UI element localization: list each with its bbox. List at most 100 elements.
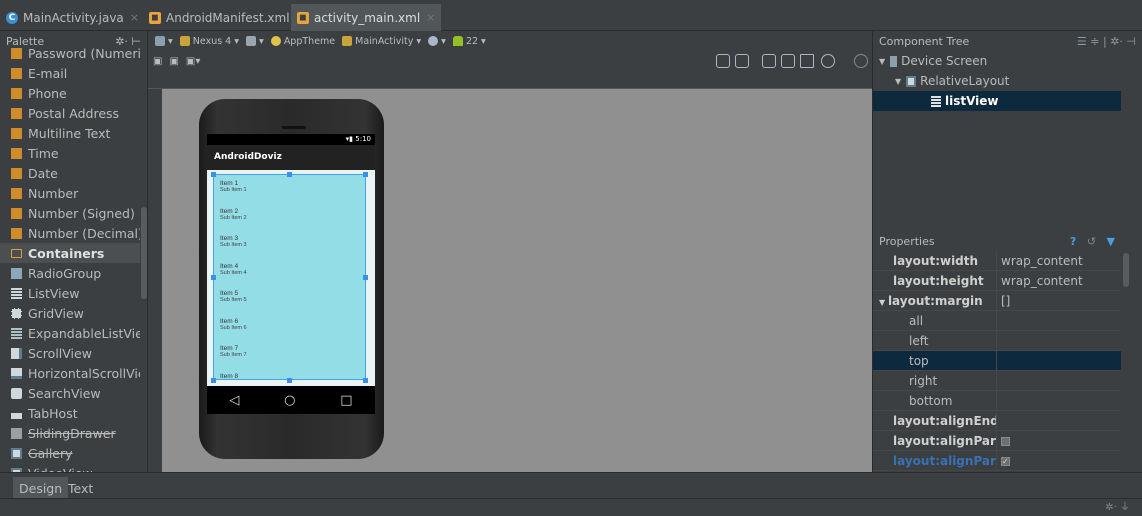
checkbox-checked[interactable]: ✓ xyxy=(1001,456,1010,466)
help-icon[interactable]: ? xyxy=(1070,235,1076,248)
checkbox-unchecked[interactable] xyxy=(1001,436,1010,446)
palette-item[interactable]: RadioGroup xyxy=(0,263,140,283)
activity-selector[interactable]: MainActivity ▾ xyxy=(342,36,421,47)
property-value[interactable]: [] xyxy=(997,294,1010,308)
palette-item[interactable]: HorizontalScrollView xyxy=(0,363,140,383)
selection-handle[interactable] xyxy=(211,378,216,383)
tab-label: Text xyxy=(68,480,94,496)
palette-item[interactable]: SlidingDrawer xyxy=(0,423,140,443)
palette-item[interactable]: Gallery xyxy=(0,443,140,463)
locale-selector[interactable]: ▾ xyxy=(428,36,446,47)
tree-node-listview[interactable]: listView xyxy=(873,91,1121,111)
property-row[interactable]: layout:height wrap_content xyxy=(873,270,1121,291)
selection-handle[interactable] xyxy=(287,378,292,383)
palette-item-label: Time xyxy=(28,145,59,161)
settings-icon[interactable] xyxy=(854,54,868,68)
palette-item[interactable]: Date xyxy=(0,163,140,183)
palette-item[interactable]: SearchView xyxy=(0,383,140,403)
palette-item[interactable]: ListView xyxy=(0,283,140,303)
tab-text[interactable]: Text xyxy=(62,477,99,499)
event-log-icon[interactable]: ✲· ⏚ xyxy=(1105,502,1130,513)
tab-mainactivity-java[interactable]: C MainActivity.java × xyxy=(0,4,145,31)
palette-item[interactable]: VideoView xyxy=(0,463,140,472)
palette-item[interactable]: Number (Signed) xyxy=(0,203,140,223)
property-row[interactable]: layout:alignParentStart ✓ xyxy=(873,450,1121,471)
properties-scrollbar[interactable] xyxy=(1123,253,1129,287)
palette-item[interactable]: TabHost xyxy=(0,403,140,423)
activity-label: MainActivity xyxy=(355,35,414,47)
refresh-icon[interactable] xyxy=(821,54,835,68)
gallery-icon xyxy=(11,447,22,459)
listview-icon xyxy=(931,95,941,107)
palette-scrollbar[interactable] xyxy=(141,207,147,299)
tree-options-icon[interactable]: ☰ ≑ | ✲· ⊣ xyxy=(1077,35,1136,48)
api-level-selector[interactable]: 22 ▾ xyxy=(452,36,486,47)
property-name-label: bottom xyxy=(909,393,953,408)
tab-design[interactable]: Design xyxy=(13,477,69,499)
selection-handle[interactable] xyxy=(211,172,216,177)
device-model-selector[interactable]: Nexus 4 ▾ xyxy=(179,35,239,47)
fit-height-icon[interactable]: ▣ xyxy=(169,56,178,67)
selection-handle[interactable] xyxy=(363,172,368,177)
property-row[interactable]: layout:alignEnd xyxy=(873,410,1121,431)
property-value[interactable] xyxy=(997,434,1010,448)
zoom-to-fit-icon[interactable] xyxy=(716,54,730,68)
tree-node-relativelayout[interactable]: ▼ RelativeLayout xyxy=(873,71,1121,91)
palette-item[interactable]: Multiline Text xyxy=(0,123,140,143)
property-row[interactable]: bottom xyxy=(873,390,1121,411)
property-row[interactable]: layout:width wrap_content xyxy=(873,250,1121,271)
property-row[interactable]: layout:alignParentEnd xyxy=(873,430,1121,451)
property-row[interactable]: right xyxy=(873,370,1121,391)
orientation-selector[interactable]: ▾ xyxy=(246,36,264,47)
tab-androidmanifest-xml[interactable]: ◼ AndroidManifest.xml × xyxy=(143,4,311,31)
selection-handle[interactable] xyxy=(363,378,368,383)
palette-item[interactable]: Password (Numeric) xyxy=(0,43,140,63)
palette-item[interactable]: ScrollView xyxy=(0,343,140,363)
palette-item[interactable]: Phone xyxy=(0,83,140,103)
tab-activity-main-xml[interactable]: ◼ activity_main.xml × xyxy=(291,4,442,31)
expand-triangle-icon[interactable]: ▼ xyxy=(879,298,888,307)
property-value[interactable]: ✓ xyxy=(997,454,1010,468)
expand-triangle-icon[interactable]: ▼ xyxy=(879,57,885,66)
selection-handle[interactable] xyxy=(287,172,292,177)
palette-item[interactable]: GridView xyxy=(0,303,140,323)
selection-handle[interactable] xyxy=(211,275,216,280)
filter-icon[interactable]: ▼ xyxy=(1107,235,1115,248)
device-model-label: Nexus 4 xyxy=(192,35,232,47)
listview-preview[interactable]: Item 1 Sub Item 1 Item 2 Sub Item 2 Item 3 Su… xyxy=(213,174,366,380)
device-selector[interactable]: ▾ xyxy=(155,36,173,47)
property-row[interactable]: ▼ layout:margin [] xyxy=(873,290,1121,311)
property-value[interactable]: wrap_content xyxy=(997,274,1083,288)
palette-item[interactable]: E-mail xyxy=(0,63,140,83)
property-row[interactable]: left xyxy=(873,330,1121,351)
expand-triangle-icon[interactable]: ▼ xyxy=(895,77,901,86)
tab-label: Design xyxy=(19,480,63,496)
list-item-subtitle: Sub Item 3 xyxy=(220,242,247,248)
palette-item[interactable]: Postal Address xyxy=(0,103,140,123)
text-field-icon xyxy=(11,207,22,219)
zoom-in-icon[interactable] xyxy=(762,54,776,68)
property-value[interactable]: wrap_content xyxy=(997,254,1083,268)
zoom-actual-icon[interactable] xyxy=(735,54,749,68)
fit-width-icon[interactable]: ▣ xyxy=(153,56,162,67)
relative-layout[interactable]: Item 1 Sub Item 1 Item 2 Sub Item 2 Item 3 Su… xyxy=(207,170,375,386)
selection-handle[interactable] xyxy=(363,275,368,280)
palette-section-containers[interactable]: Containers xyxy=(0,243,140,263)
restore-icon[interactable]: ↺ xyxy=(1087,235,1096,248)
close-icon[interactable]: × xyxy=(426,11,435,24)
palette-item[interactable]: ExpandableListView xyxy=(0,323,140,343)
palette-item[interactable]: Time xyxy=(0,143,140,163)
design-canvas[interactable]: ▾▮ 5:10 AndroidDoviz Item 1 Sub Item 1 Ite… xyxy=(162,89,872,472)
palette-item[interactable]: Number xyxy=(0,183,140,203)
property-row[interactable]: top xyxy=(873,350,1121,371)
property-value-text: wrap_content xyxy=(1001,273,1083,288)
tree-node-device screen[interactable]: ▼ Device Screen xyxy=(873,51,1121,71)
palette-item[interactable]: Number (Decimal) xyxy=(0,223,140,243)
zoom-out-icon[interactable] xyxy=(781,54,795,68)
theme-selector[interactable]: AppTheme xyxy=(270,36,335,47)
property-row[interactable]: all xyxy=(873,310,1121,331)
palette-item-label: ScrollView xyxy=(28,345,92,361)
layout-options-icon[interactable]: ▣▾ xyxy=(186,56,200,67)
screenshot-icon[interactable] xyxy=(800,54,814,68)
close-icon[interactable]: × xyxy=(130,11,139,24)
